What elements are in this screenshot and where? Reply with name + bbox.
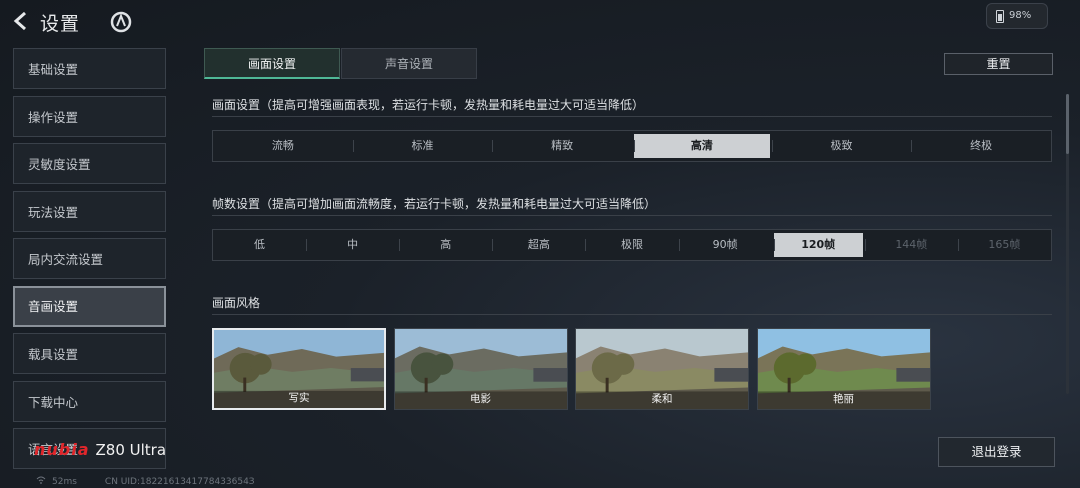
- sidebar-item-gameplay[interactable]: 玩法设置: [13, 190, 166, 232]
- graphics-style-option[interactable]: 写实: [212, 328, 386, 410]
- graphics-style-label: 写实: [288, 392, 310, 404]
- divider: [212, 116, 1052, 117]
- graphics-style-option[interactable]: 柔和: [575, 328, 749, 410]
- tab-sound[interactable]: 声音设置: [341, 48, 477, 79]
- sidebar-item-label: 载具设置: [28, 347, 79, 362]
- graphics-style-option[interactable]: 电影: [393, 328, 568, 410]
- scrollbar-thumb[interactable]: [1066, 94, 1069, 154]
- frame-rate-option[interactable]: 90帧: [678, 233, 772, 257]
- frame-rate-option[interactable]: 120帧: [773, 233, 863, 257]
- wifi-icon: [36, 476, 46, 484]
- sidebar-item-controls[interactable]: 操作设置: [13, 95, 166, 137]
- graphics-quality-option[interactable]: 标准: [352, 134, 493, 158]
- settings-sidebar: 基础设置 操作设置 灵敏度设置 玩法设置 局内交流设置 音画设置 载具设置 下载…: [13, 48, 166, 476]
- sidebar-item-label: 音画设置: [28, 298, 79, 314]
- frame-rate-selector: 低中高超高 极限 90帧 120帧 144帧 165帧: [212, 229, 1052, 261]
- frame-rate-option[interactable]: 中: [306, 233, 399, 257]
- sidebar-item-sensitivity[interactable]: 灵敏度设置: [13, 143, 166, 184]
- graphics-style-label: 柔和: [651, 393, 673, 405]
- tab-graphics[interactable]: 画面设置: [204, 48, 340, 79]
- graphics-quality-selector: 流畅 标准 精致 高清 极致 终极: [212, 130, 1052, 162]
- user-uid: CN UID:1822161341778433654З: [104, 477, 255, 487]
- battery-icon: [996, 10, 1004, 23]
- brand-logo: nubia: [34, 440, 90, 459]
- top-bar: 设置 98%: [0, 0, 1080, 44]
- graphics-quality-option[interactable]: 极致: [771, 134, 912, 158]
- graphics-style-option[interactable]: 艳丽: [756, 328, 931, 410]
- graphics-style-label: 电影: [470, 393, 491, 405]
- graphics-style-label: 艳丽: [833, 393, 854, 405]
- divider: [212, 215, 1052, 216]
- frame-rate-option[interactable]: 低: [213, 233, 306, 257]
- sidebar-item-vehicle[interactable]: 载具设置: [13, 333, 166, 374]
- frame-rate-option[interactable]: 高: [399, 233, 492, 257]
- sidebar-item-label: 操作设置: [28, 109, 79, 125]
- sidebar-item-basic[interactable]: 基础设置: [13, 48, 166, 89]
- graphics-quality-option[interactable]: 高清: [634, 134, 770, 158]
- frame-rate-option[interactable]: 极限: [585, 233, 678, 257]
- reset-button[interactable]: 重置: [944, 53, 1053, 75]
- logout-button[interactable]: 退出登录: [938, 437, 1055, 467]
- sidebar-item-communication[interactable]: 局内交流设置: [13, 238, 166, 279]
- scrollbar[interactable]: [1066, 94, 1069, 394]
- frame-rate-label: 帧数设置（提高可增加画面流畅度，若运行卡顿，发热量和耗电量过大可适当降低）: [212, 197, 657, 211]
- device-model: Z80 Ultra: [95, 441, 167, 459]
- sidebar-item-label: 灵敏度设置: [28, 157, 91, 172]
- frame-rate-option[interactable]: 超高: [492, 233, 585, 257]
- sidebar-item-label: 下载中心: [28, 394, 79, 410]
- sidebar-item-label: 玩法设置: [28, 204, 79, 220]
- graphics-quality-option[interactable]: 精致: [492, 134, 632, 158]
- sidebar-item-label: 基础设置: [28, 62, 79, 77]
- sidebar-item-downloads[interactable]: 下载中心: [13, 380, 166, 422]
- sidebar-item-audio-video[interactable]: 音画设置: [13, 285, 166, 327]
- divider: [212, 314, 1052, 315]
- graphics-quality-option[interactable]: 终极: [911, 134, 1051, 158]
- graphics-quality-label: 画面设置（提高可增强画面表现，若运行卡顿，发热量和耗电量过大可适当降低）: [212, 98, 645, 112]
- back-arrow-icon[interactable]: [10, 10, 32, 32]
- page-title: 设置: [40, 13, 81, 35]
- battery-percent: 98%: [1009, 10, 1032, 21]
- status-footer: 52ms CN UID:1822161341778433654З: [36, 476, 255, 487]
- graphics-quality-option[interactable]: 流畅: [213, 134, 353, 158]
- ping-value: 52ms: [52, 477, 77, 487]
- graphics-style-label: 画面风格: [212, 296, 261, 310]
- device-watermark: nubia Z80 Ultra: [34, 440, 166, 459]
- sidebar-item-label: 局内交流设置: [28, 252, 104, 267]
- frame-rate-option[interactable]: 144帧: [864, 233, 958, 257]
- game-logo-icon: [110, 11, 132, 33]
- battery-status: 98%: [986, 3, 1048, 29]
- frame-rate-option[interactable]: 165帧: [957, 233, 1051, 257]
